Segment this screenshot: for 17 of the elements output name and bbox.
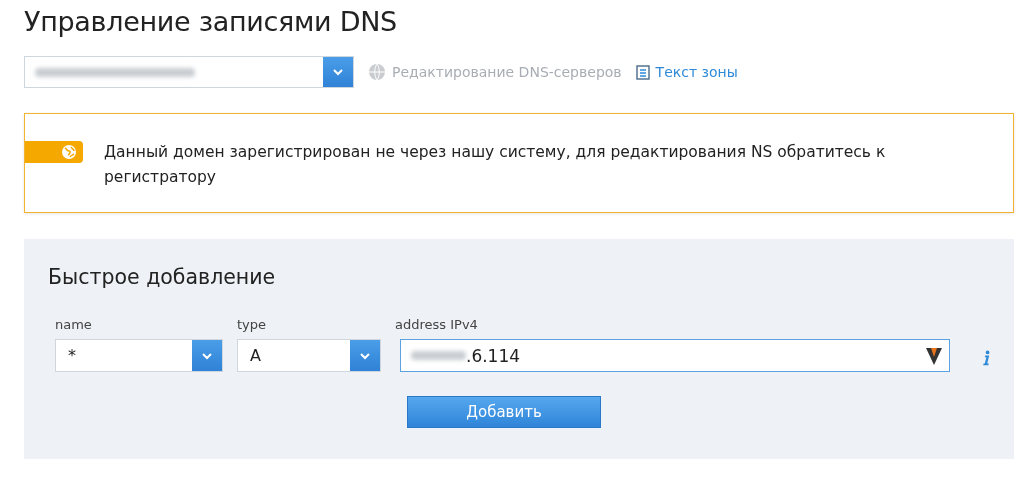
field-label: address IPv4 — [395, 317, 479, 332]
chevron-icon — [332, 68, 344, 76]
document-icon — [635, 64, 650, 80]
chevron-icon — [359, 351, 371, 360]
select-field[interactable]: A — [237, 339, 381, 372]
field-label: type — [237, 317, 268, 332]
input-field[interactable]: .6.114 — [400, 339, 950, 372]
select-field[interactable]: * — [55, 339, 223, 372]
toolbar-link[interactable]: Текст зоны — [635, 64, 738, 80]
chevron-icon — [201, 351, 213, 360]
shield-icon — [925, 345, 943, 366]
field-label: name — [55, 317, 93, 332]
domain-select[interactable] — [24, 56, 354, 88]
page-title: Управление записями DNS — [24, 6, 398, 39]
section-title: Быстрое добавление — [48, 265, 277, 289]
info-icon[interactable] — [982, 348, 990, 368]
alert-message: Данный домен зарегистрирован не через нашу систему, для редактирования NS обратитесь к регистратору — [104, 142, 887, 188]
